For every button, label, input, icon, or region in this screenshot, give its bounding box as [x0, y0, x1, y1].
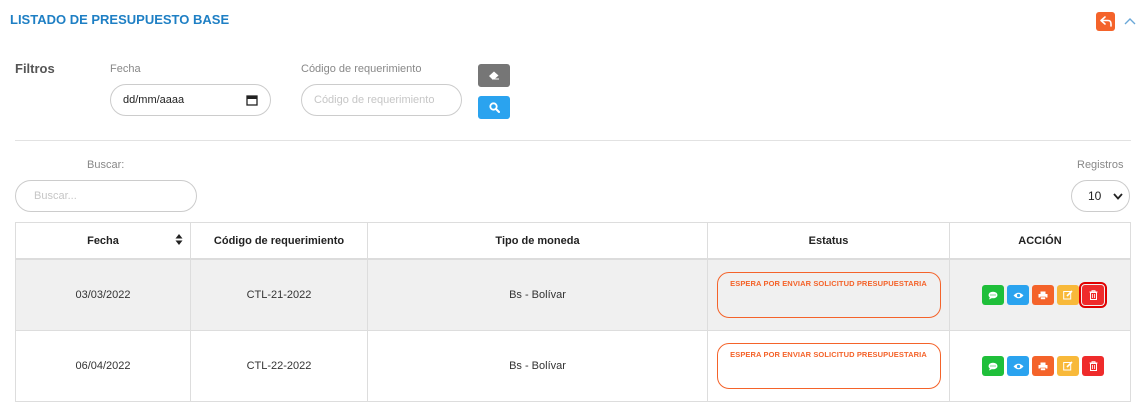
section-divider: [15, 140, 1131, 141]
comment-icon: [988, 291, 998, 299]
eye-icon: [1013, 292, 1023, 298]
edit-button[interactable]: [1057, 285, 1079, 305]
calendar-icon[interactable]: [246, 94, 258, 106]
cell-codigo: CTL-22-2022: [190, 330, 368, 402]
codigo-input[interactable]: Código de requerimiento: [301, 84, 462, 116]
codigo-label: Código de requerimiento: [301, 63, 422, 75]
cell-codigo: CTL-21-2022: [190, 258, 368, 331]
buscar-label: Buscar:: [87, 159, 125, 171]
cell-accion: [949, 330, 1131, 402]
back-button[interactable]: [1096, 12, 1115, 31]
chevron-down-icon: [1113, 192, 1123, 200]
column-header-accion: ACCIÓN: [949, 222, 1131, 260]
delete-button[interactable]: [1082, 356, 1104, 376]
cell-fecha: 03/03/2022: [15, 258, 191, 331]
cell-moneda: Bs - Bolívar: [367, 330, 708, 402]
column-header-fecha[interactable]: Fecha: [15, 222, 191, 260]
fecha-date-input[interactable]: dd/mm/aaaa: [110, 84, 271, 116]
print-icon: [1038, 291, 1048, 300]
fecha-label: Fecha: [110, 63, 141, 75]
action-group: [950, 356, 1130, 376]
print-button[interactable]: [1032, 285, 1054, 305]
clear-filters-button[interactable]: [478, 64, 510, 87]
cell-fecha: 06/04/2022: [15, 330, 191, 402]
print-icon: [1038, 362, 1048, 371]
codigo-placeholder: Código de requerimiento: [314, 94, 435, 106]
comment-icon: [988, 362, 998, 370]
trash-icon: [1089, 290, 1097, 300]
page-title: LISTADO DE PRESUPUESTO BASE: [10, 12, 230, 27]
buscar-input[interactable]: Buscar...: [15, 180, 197, 212]
delete-button[interactable]: [1079, 282, 1107, 308]
view-button[interactable]: [1007, 285, 1029, 305]
edit-button[interactable]: [1057, 356, 1079, 376]
column-header-codigo[interactable]: Código de requerimiento: [190, 222, 368, 260]
buscar-placeholder: Buscar...: [34, 190, 77, 202]
registros-label: Registros: [1077, 159, 1124, 171]
cell-accion: [949, 258, 1131, 331]
sort-icon[interactable]: [175, 233, 183, 246]
table-row: 06/04/2022 CTL-22-2022 Bs - Bolívar ESPE…: [15, 330, 1131, 402]
status-badge: ESPERA POR ENVIAR SOLICITUD PRESUPUESTAR…: [716, 272, 941, 318]
presupuesto-table: Fecha Código de requerimiento Tipo de mo…: [15, 222, 1131, 402]
chevron-up-icon: [1124, 18, 1136, 25]
eye-icon: [1013, 363, 1023, 369]
eraser-icon: [489, 71, 499, 80]
search-icon: [488, 102, 500, 113]
print-button[interactable]: [1032, 356, 1054, 376]
cell-estatus: ESPERA POR ENVIAR SOLICITUD PRESUPUESTAR…: [707, 330, 950, 402]
comment-button[interactable]: [982, 285, 1004, 305]
trash-icon: [1089, 361, 1097, 371]
edit-icon: [1063, 290, 1073, 300]
comment-button[interactable]: [982, 356, 1004, 376]
cell-estatus: ESPERA POR ENVIAR SOLICITUD PRESUPUESTAR…: [707, 258, 950, 331]
filters-heading: Filtros: [15, 61, 55, 76]
action-group: [950, 282, 1130, 308]
view-button[interactable]: [1007, 356, 1029, 376]
fecha-value: dd/mm/aaaa: [123, 94, 185, 106]
column-header-moneda[interactable]: Tipo de moneda: [367, 222, 708, 260]
reply-arrow-icon: [1099, 16, 1112, 27]
table-header-row: Fecha Código de requerimiento Tipo de mo…: [15, 222, 1131, 260]
collapse-button[interactable]: [1121, 12, 1139, 30]
column-header-estatus[interactable]: Estatus: [707, 222, 950, 260]
search-button[interactable]: [478, 96, 510, 119]
status-badge: ESPERA POR ENVIAR SOLICITUD PRESUPUESTAR…: [716, 343, 941, 389]
table-row: 03/03/2022 CTL-21-2022 Bs - Bolívar ESPE…: [15, 258, 1131, 331]
registros-select[interactable]: 10: [1071, 180, 1130, 212]
edit-icon: [1063, 361, 1073, 371]
cell-moneda: Bs - Bolívar: [367, 258, 708, 331]
registros-value: 10: [1088, 189, 1102, 203]
